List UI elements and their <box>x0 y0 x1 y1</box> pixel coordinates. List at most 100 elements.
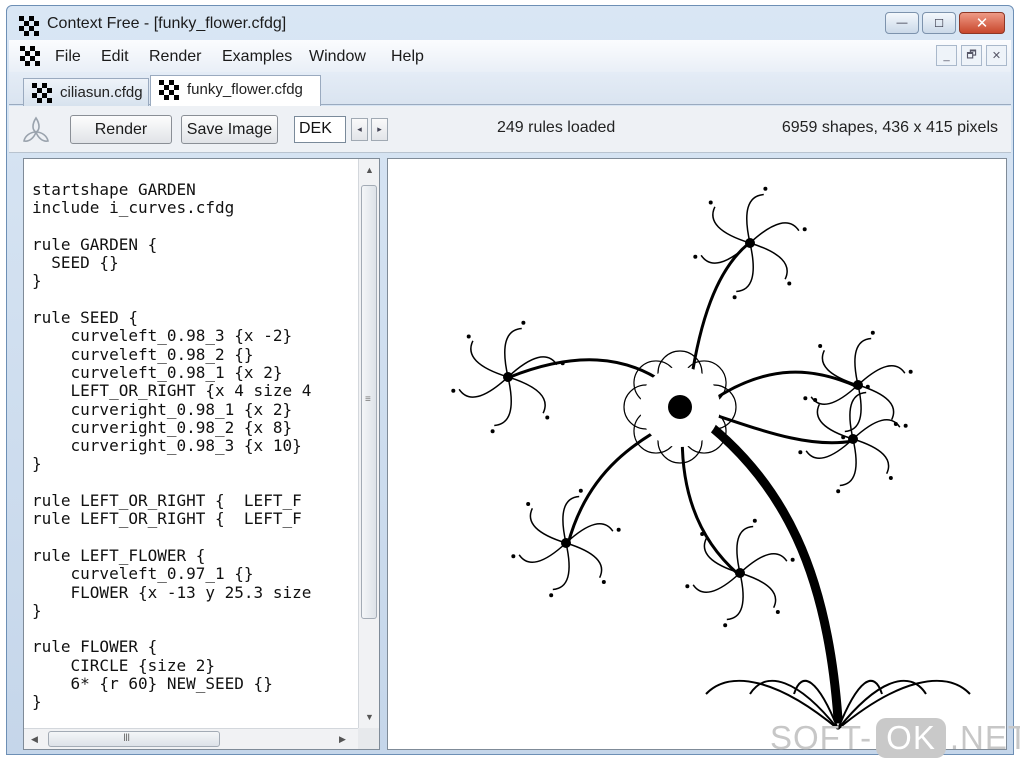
mdi-restore-button[interactable]: 🗗 <box>961 45 982 66</box>
flower-right-lower-dot <box>813 398 818 403</box>
flower-left-spike <box>470 340 509 378</box>
code-line: curveright_0.98_3 {x 10} <box>32 436 302 456</box>
site-watermark: SOFT- OK .NET <box>770 716 1020 760</box>
code-text[interactable]: startshape GARDEN include i_curves.cfdg r… <box>32 181 354 721</box>
checker-file-icon <box>159 80 179 100</box>
flower-lower-left-dot <box>578 488 583 493</box>
caption-buttons: — ☐ ✕ <box>882 12 1005 34</box>
flower-top-dot <box>763 186 768 191</box>
flower-right-upper-dot <box>870 330 875 335</box>
flower-right-upper-dot <box>908 369 913 374</box>
flower-left-dot <box>545 415 550 420</box>
flower-right-lower-spike <box>839 438 857 487</box>
variation-input[interactable]: DEK <box>294 116 346 143</box>
code-line: CIRCLE {size 2} <box>32 655 216 675</box>
flower-top-dot <box>732 295 737 300</box>
tab-label: ciliasun.cfdg <box>60 84 143 101</box>
flower-right-upper-dot <box>818 344 823 349</box>
scroll-right-arrow[interactable]: ▶ <box>339 734 346 745</box>
flower-top-dot <box>787 281 792 286</box>
render-button[interactable]: Render <box>70 115 172 144</box>
flower-right-upper-spike <box>844 384 862 433</box>
app-checker-icon <box>19 16 39 36</box>
code-line: } <box>32 600 42 620</box>
tab-ciliasun[interactable]: ciliasun.cfdg <box>23 78 149 106</box>
horizontal-scroll-thumb[interactable]: III <box>48 731 220 747</box>
variation-prev-button[interactable]: ◂ <box>351 118 368 141</box>
vertical-scroll-thumb[interactable]: ≡ <box>361 185 377 619</box>
scroll-left-arrow[interactable]: ◀ <box>31 734 38 745</box>
flower-lower-mid-dot <box>775 609 780 614</box>
flower-right-lower-spike <box>816 404 854 440</box>
flower-left-dot <box>521 320 526 325</box>
document-checker-icon[interactable] <box>20 46 40 66</box>
code-line: } <box>32 271 42 291</box>
scroll-down-arrow[interactable]: ▼ <box>365 712 374 722</box>
flower-left-dot <box>490 429 495 434</box>
flower-right-lower-dot <box>865 384 870 389</box>
variation-next-button[interactable]: ▸ <box>371 118 388 141</box>
flower-lower-left-dot <box>549 593 554 598</box>
code-line: curveleft_0.97_1 {} <box>32 564 254 584</box>
code-line: SEED {} <box>32 253 119 273</box>
flower-lower-mid-dot <box>700 532 705 537</box>
code-line: 6* {r 60} NEW_SEED {} <box>32 674 273 694</box>
flower-left-dot <box>451 388 456 393</box>
toolbar: Render Save Image DEK ◂ ▸ 249 rules load… <box>9 106 1011 153</box>
title-bar[interactable]: Context Free - [funky_flower.cfdg] — ☐ ✕ <box>7 6 1013 40</box>
menu-edit[interactable]: Edit <box>101 48 129 66</box>
close-button[interactable]: ✕ <box>959 12 1005 34</box>
code-line: rule LEFT_FLOWER { <box>32 545 206 565</box>
flower-right-upper-spike <box>857 384 895 420</box>
code-line: curveright_0.98_1 {x 2} <box>32 399 293 419</box>
code-editor[interactable]: startshape GARDEN include i_curves.cfdg r… <box>23 158 380 750</box>
document-tabs: ciliasun.cfdg funky_flower.cfdg <box>9 72 1011 106</box>
menu-help[interactable]: Help <box>391 48 424 66</box>
menu-examples[interactable]: Examples <box>222 48 292 66</box>
watermark-highlight: OK <box>876 718 946 758</box>
flower-right-lower-spike <box>852 418 901 440</box>
flower-left-spike <box>507 376 546 414</box>
flower-top-spike <box>736 242 754 293</box>
grip-icon: ≡ <box>365 394 371 405</box>
flower-right-lower-dot <box>836 489 841 494</box>
menu-render[interactable]: Render <box>149 48 201 66</box>
maximize-button[interactable]: ☐ <box>922 12 956 34</box>
code-line: rule GARDEN { <box>32 234 158 254</box>
tab-label: funky_flower.cfdg <box>187 81 303 98</box>
flower-lower-left-spike <box>518 542 567 564</box>
flower-left-dot <box>560 361 565 366</box>
horizontal-scrollbar[interactable]: ◀ III ▶ <box>24 728 360 749</box>
flower-lower-mid-spike <box>736 525 754 574</box>
flower-right-lower-dot <box>798 450 803 455</box>
flower-top-spike <box>700 242 751 264</box>
minimize-button[interactable]: — <box>885 12 919 34</box>
flower-top-spike <box>746 193 764 244</box>
code-line: LEFT_OR_RIGHT {x 4 size 4 <box>32 381 312 401</box>
flower-top-dot <box>693 254 698 259</box>
mdi-minimize-button[interactable]: _ <box>936 45 957 66</box>
funky-flower-artwork <box>451 186 971 730</box>
code-line: include i_curves.cfdg <box>32 198 235 218</box>
flower-lower-left-dot <box>526 502 531 507</box>
main-stem <box>683 404 843 724</box>
code-line: curveleft_0.98_3 {x -2} <box>32 326 293 346</box>
menu-window[interactable]: Window <box>309 48 366 66</box>
menu-file[interactable]: File <box>55 48 81 66</box>
tab-funky-flower[interactable]: funky_flower.cfdg <box>150 75 321 106</box>
code-line: rule SEED { <box>32 308 138 328</box>
mdi-buttons: _ 🗗 ✕ <box>932 45 1007 66</box>
flower-right-upper-spike <box>857 364 906 386</box>
flower-lower-mid-spike <box>726 572 744 621</box>
mdi-close-button[interactable]: ✕ <box>986 45 1007 66</box>
flower-lower-left-dot <box>601 579 606 584</box>
code-line: rule LEFT_OR_RIGHT { LEFT_F <box>32 509 302 529</box>
flower-top-spike <box>749 242 788 280</box>
scroll-up-arrow[interactable]: ▲ <box>365 165 374 175</box>
save-image-button[interactable]: Save Image <box>181 115 278 144</box>
flower-lower-mid-spike <box>739 552 788 574</box>
vertical-scrollbar[interactable]: ▲ ≡ ▼ <box>358 159 379 729</box>
render-canvas[interactable] <box>387 158 1007 750</box>
